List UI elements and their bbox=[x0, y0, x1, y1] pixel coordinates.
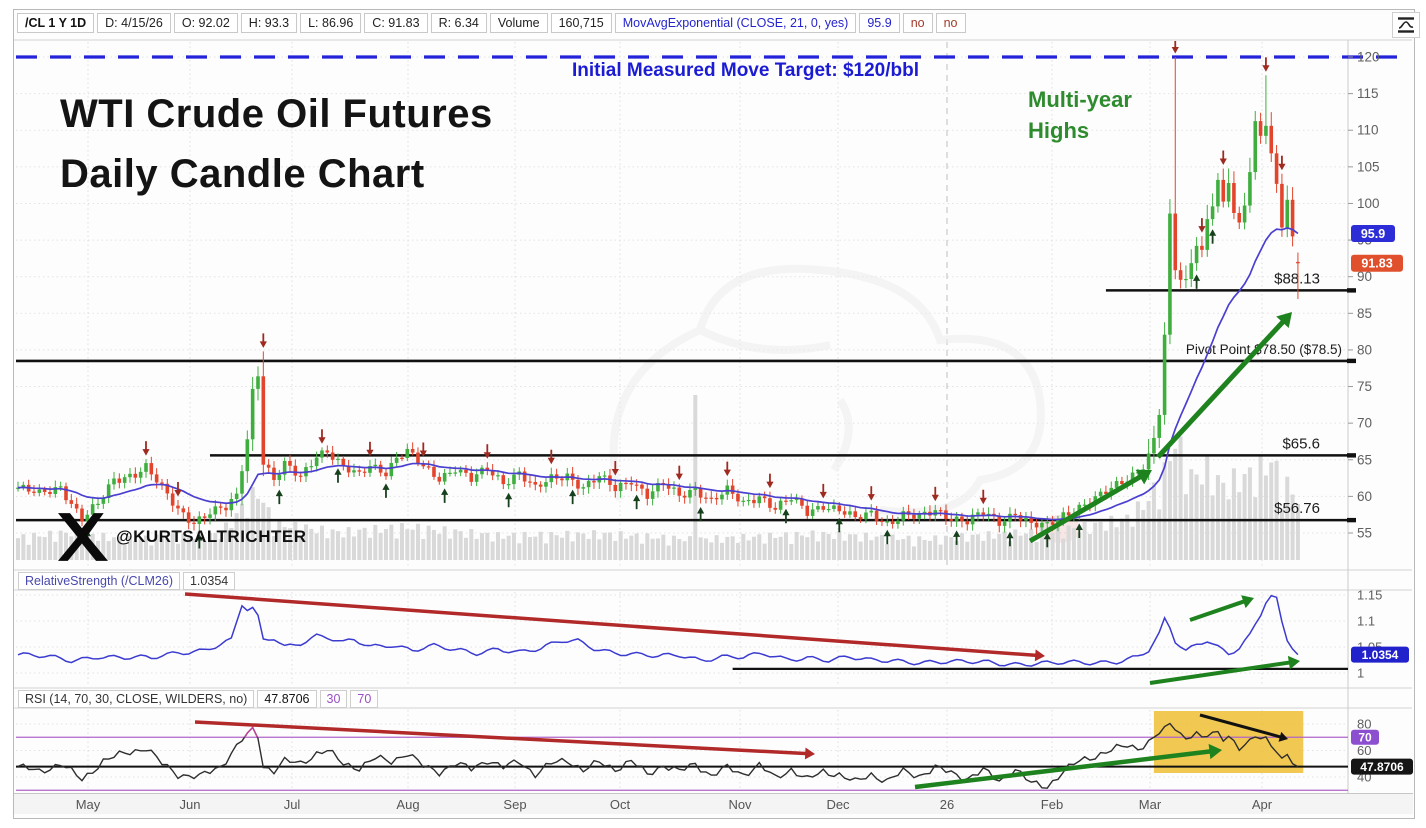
svg-text:95.9: 95.9 bbox=[1361, 227, 1385, 241]
month-label-oct: Oct bbox=[600, 797, 640, 812]
chart-title: WTI Crude Oil Futures Daily Candle Chart bbox=[60, 84, 493, 204]
svg-text:110: 110 bbox=[1357, 123, 1379, 138]
svg-text:60: 60 bbox=[1357, 743, 1371, 758]
svg-text:$65.6: $65.6 bbox=[1282, 435, 1320, 452]
svg-text:65: 65 bbox=[1357, 452, 1372, 467]
svg-text:75: 75 bbox=[1357, 379, 1372, 394]
close-cell: C: 91.83 bbox=[364, 13, 427, 33]
rsi-line bbox=[18, 724, 1298, 789]
svg-text:70: 70 bbox=[1357, 416, 1372, 431]
svg-text:115: 115 bbox=[1357, 86, 1379, 101]
month-label-feb: Feb bbox=[1032, 797, 1072, 812]
ema-line bbox=[18, 228, 1298, 520]
svg-text:$56.76: $56.76 bbox=[1274, 500, 1320, 517]
month-label-26: 26 bbox=[927, 797, 967, 812]
study-cell[interactable]: MovAvgExponential (CLOSE, 21, 0, yes) bbox=[615, 13, 857, 33]
rsi-study-value: 47.8706 bbox=[257, 690, 316, 708]
price-axis: 12011511010510095908580757065605595.991.… bbox=[1348, 50, 1403, 541]
svg-text:70: 70 bbox=[1358, 731, 1372, 745]
svg-text:1.0354: 1.0354 bbox=[1362, 648, 1399, 662]
svg-text:85: 85 bbox=[1357, 306, 1372, 321]
measured-move-target-label: Initial Measured Move Target: $120/bbl bbox=[572, 60, 919, 82]
flag2-cell: no bbox=[936, 13, 966, 33]
svg-text:120: 120 bbox=[1357, 50, 1380, 65]
multi-year-highs-label: Multi-year Highs bbox=[1028, 84, 1132, 146]
svg-text:100: 100 bbox=[1357, 196, 1380, 211]
rsi-param-70: 70 bbox=[350, 690, 378, 708]
low-cell: L: 86.96 bbox=[300, 13, 361, 33]
rsi-study-title[interactable]: RSI (14, 70, 30, CLOSE, WILDERS, no) bbox=[18, 690, 254, 708]
trading-app-window: { "toolbar": { "symbol": "/CL 1 Y 1D", "… bbox=[0, 0, 1426, 828]
svg-text:91.83: 91.83 bbox=[1361, 257, 1392, 271]
watermark-credit: @KURTSALTRICHTER bbox=[56, 512, 306, 562]
x-logo-icon bbox=[56, 512, 110, 562]
background-watermark bbox=[614, 269, 1081, 543]
rs-study-title[interactable]: RelativeStrength (/CLM26) bbox=[18, 572, 180, 590]
symbol-cell[interactable]: /CL 1 Y 1D bbox=[17, 13, 94, 33]
relative-strength-panel: 1.151.11.0511.0354 bbox=[18, 588, 1409, 684]
month-label-aug: Aug bbox=[388, 797, 428, 812]
high-cell: H: 93.3 bbox=[241, 13, 297, 33]
svg-text:80: 80 bbox=[1357, 717, 1371, 732]
svg-text:105: 105 bbox=[1357, 159, 1380, 174]
svg-text:55: 55 bbox=[1357, 526, 1372, 541]
rsi-panel-header: RSI (14, 70, 30, CLOSE, WILDERS, no) 47.… bbox=[18, 690, 378, 708]
month-label-jun: Jun bbox=[170, 797, 210, 812]
rs-study-value: 1.0354 bbox=[183, 572, 235, 590]
volume-label-cell[interactable]: Volume bbox=[490, 13, 548, 33]
line-chart-icon bbox=[1396, 16, 1416, 34]
month-label-may: May bbox=[68, 797, 108, 812]
month-label-dec: Dec bbox=[818, 797, 858, 812]
svg-text:1.1: 1.1 bbox=[1357, 614, 1375, 629]
chart-title-line2: Daily Candle Chart bbox=[60, 144, 493, 204]
rsi-overbought-segment bbox=[18, 724, 1298, 789]
month-label-apr: Apr bbox=[1242, 797, 1282, 812]
month-label-mar: Mar bbox=[1130, 797, 1170, 812]
svg-text:$88.13: $88.13 bbox=[1274, 270, 1320, 287]
month-label-nov: Nov bbox=[720, 797, 760, 812]
svg-text:47.8706: 47.8706 bbox=[1360, 760, 1404, 774]
rs-line bbox=[18, 596, 1298, 666]
volume-value-cell: 160,715 bbox=[551, 13, 612, 33]
month-label-sep: Sep bbox=[495, 797, 535, 812]
date-cell: D: 4/15/26 bbox=[97, 13, 171, 33]
svg-text:1.15: 1.15 bbox=[1357, 588, 1382, 603]
toolbar: /CL 1 Y 1D D: 4/15/26 O: 92.02 H: 93.3 L… bbox=[17, 13, 966, 33]
study-value-cell: 95.9 bbox=[859, 13, 899, 33]
rs-panel-header: RelativeStrength (/CLM26) 1.0354 bbox=[18, 572, 235, 590]
svg-text:1: 1 bbox=[1357, 666, 1364, 681]
range-cell: R: 6.34 bbox=[431, 13, 487, 33]
chart-title-line1: WTI Crude Oil Futures bbox=[60, 84, 493, 144]
chart-style-button[interactable] bbox=[1392, 12, 1420, 38]
rsi-highlight-box bbox=[1154, 711, 1303, 773]
rsi-param-30: 30 bbox=[320, 690, 348, 708]
svg-text:80: 80 bbox=[1357, 342, 1372, 357]
open-cell: O: 92.02 bbox=[174, 13, 238, 33]
flag1-cell: no bbox=[903, 13, 933, 33]
time-axis[interactable]: May Jun Jul Aug Sep Oct Nov Dec 26 Feb Mar Apr bbox=[14, 793, 1413, 814]
month-label-jul: Jul bbox=[272, 797, 312, 812]
svg-text:60: 60 bbox=[1357, 489, 1372, 504]
